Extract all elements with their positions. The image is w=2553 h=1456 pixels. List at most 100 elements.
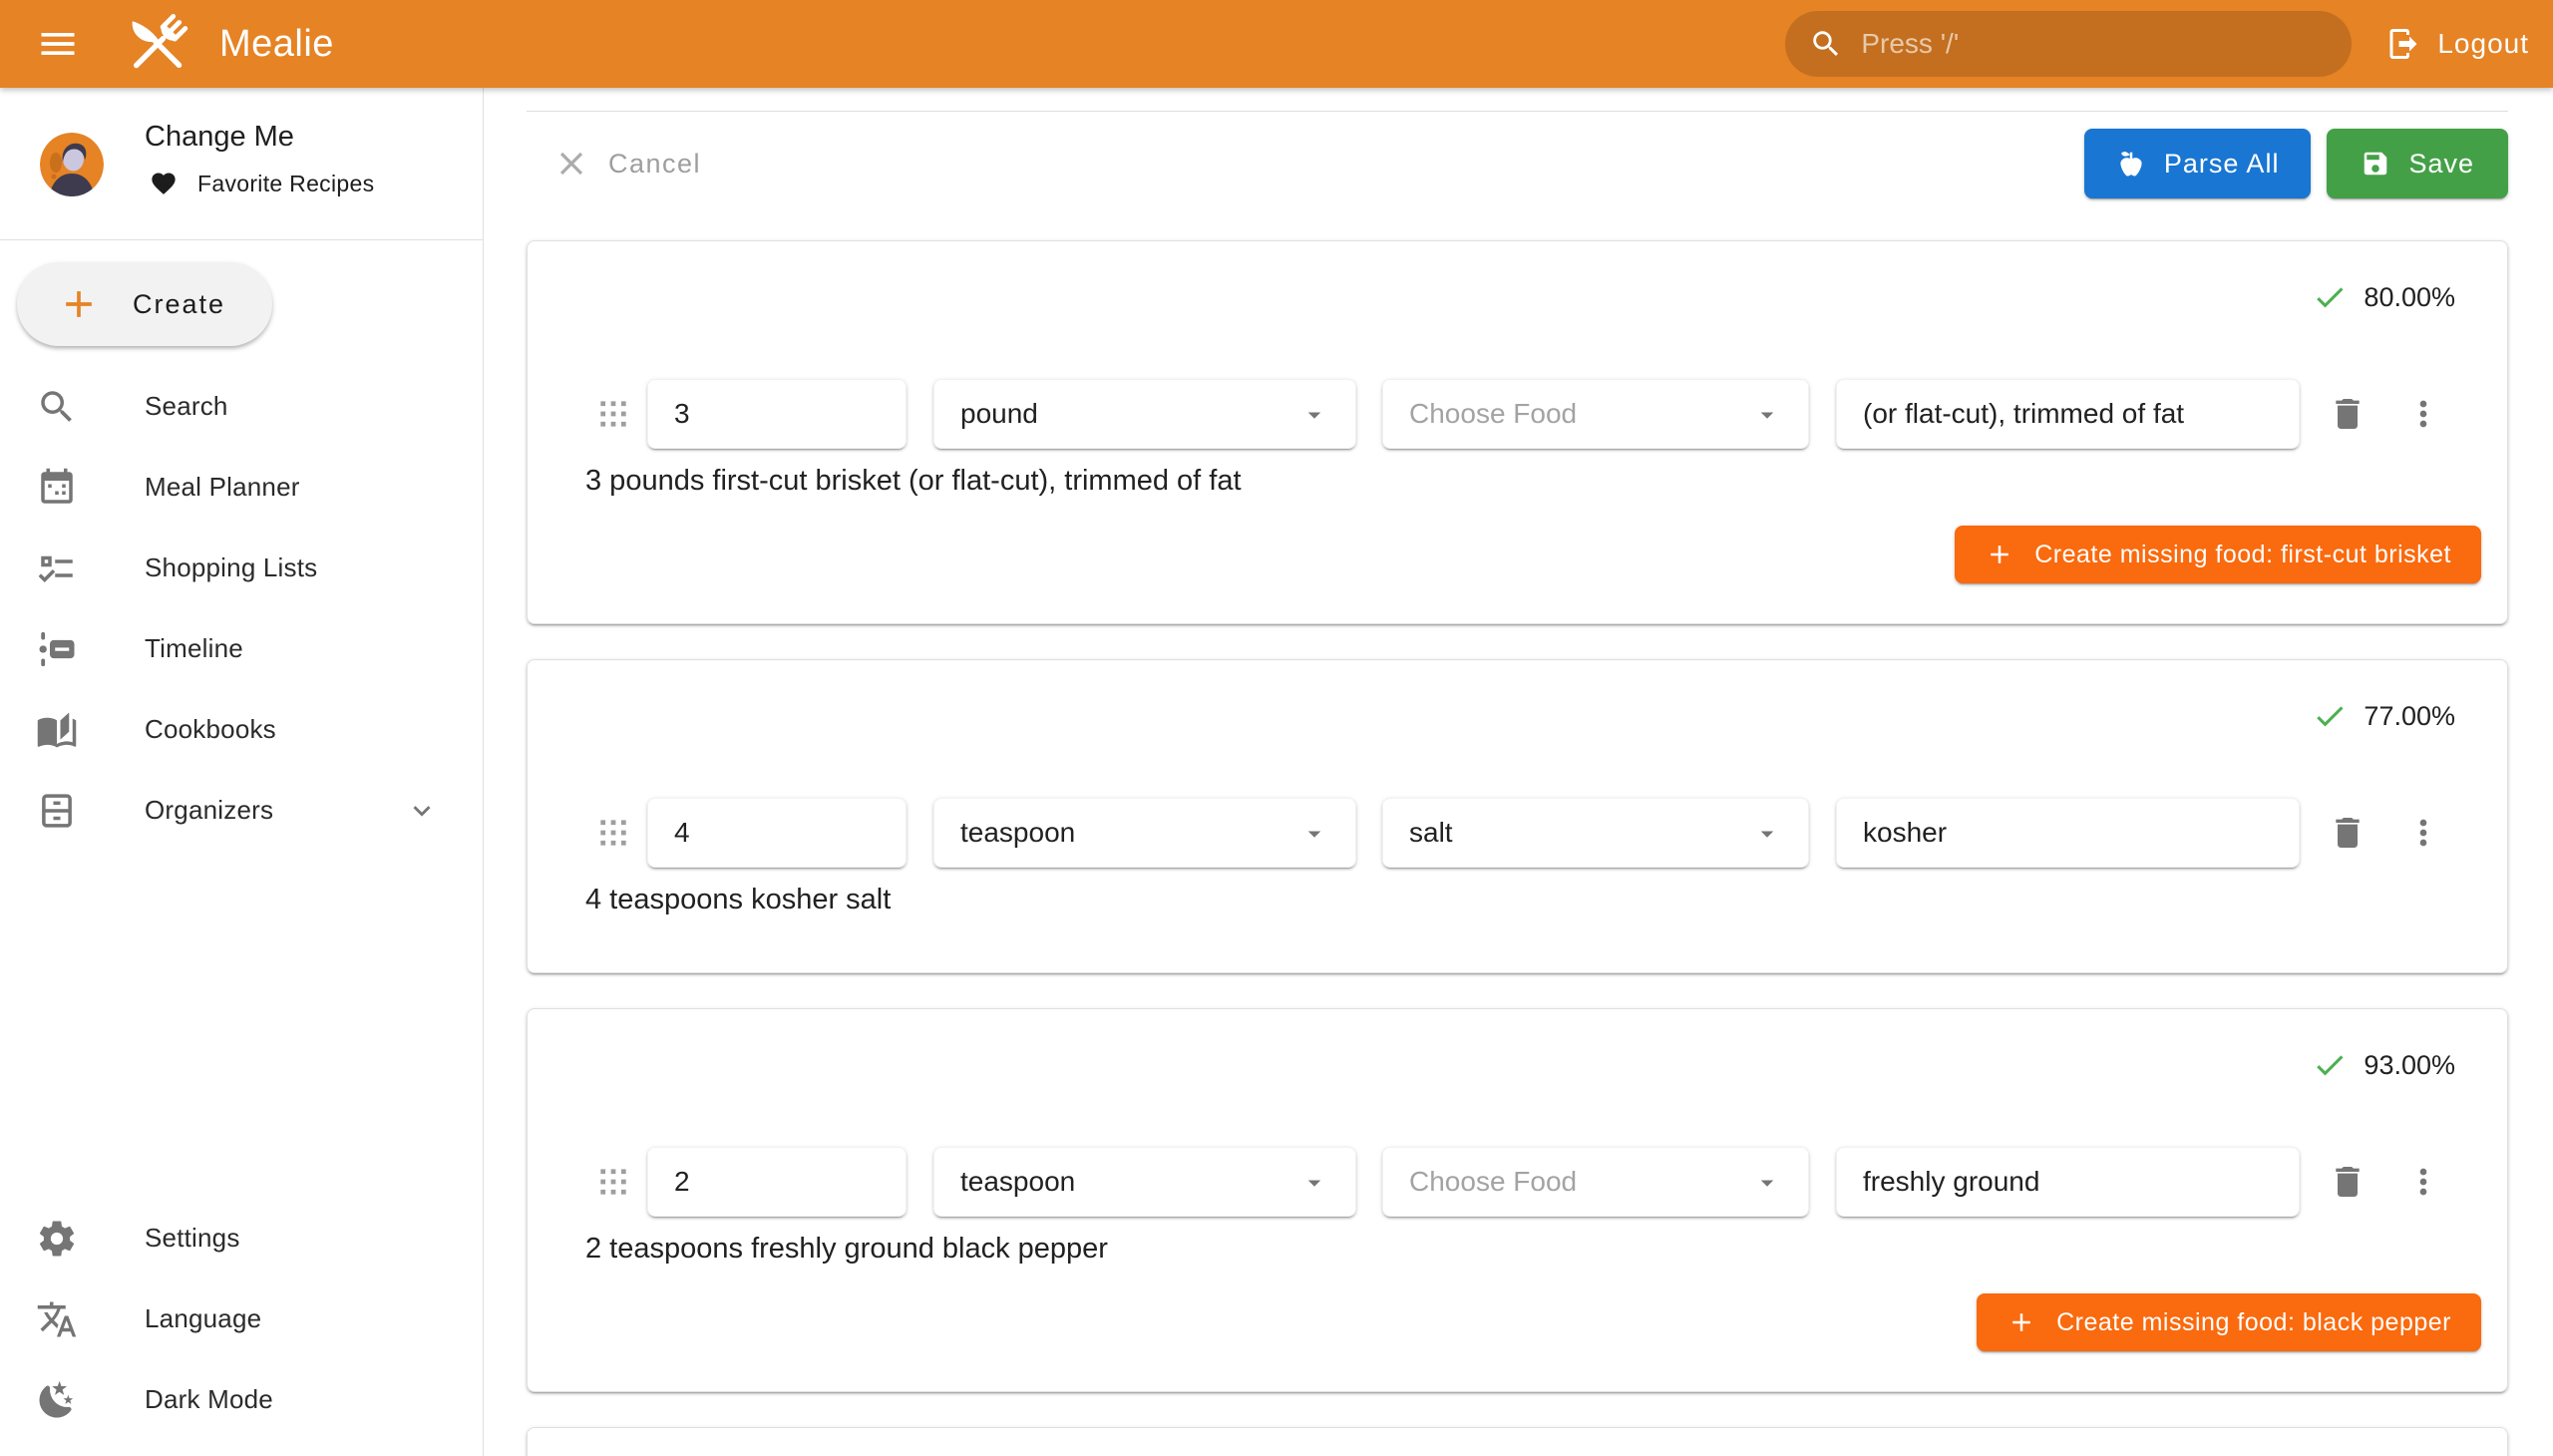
save-button[interactable]: Save bbox=[2327, 129, 2508, 198]
unit-select[interactable]: teaspoon bbox=[933, 798, 1356, 868]
cancel-button[interactable]: Cancel bbox=[552, 145, 701, 182]
create-missing-label: Create missing food: black pepper bbox=[2056, 1308, 2451, 1337]
cabinet-icon bbox=[36, 790, 78, 832]
menu-icon[interactable] bbox=[30, 16, 86, 72]
search-input[interactable] bbox=[1861, 28, 2328, 60]
confidence-value: 80.00% bbox=[2364, 282, 2455, 313]
nav-label: Search bbox=[145, 391, 228, 422]
sidebar-item-cookbooks[interactable]: Cookbooks bbox=[0, 689, 483, 770]
original-ingredient-text: 4 teaspoons kosher salt bbox=[585, 884, 2507, 916]
sidebar: Change Me Favorite Recipes Create Search… bbox=[0, 88, 484, 1456]
confidence-row: 93.00% bbox=[528, 1045, 2507, 1085]
close-icon bbox=[552, 145, 590, 182]
unit-select[interactable]: teaspoon bbox=[933, 1147, 1356, 1217]
confidence-value: 77.00% bbox=[2364, 701, 2455, 732]
cancel-label: Cancel bbox=[608, 149, 701, 180]
nav-label: Timeline bbox=[145, 633, 243, 664]
drag-handle-icon[interactable] bbox=[591, 392, 635, 436]
check-icon bbox=[2312, 1047, 2348, 1083]
original-ingredient-text: 3 pounds first-cut brisket (or flat-cut)… bbox=[585, 465, 2507, 498]
save-label: Save bbox=[2408, 149, 2474, 180]
mealie-app: Mealie Logout bbox=[0, 0, 2553, 1456]
sidebar-item-language[interactable]: Language bbox=[0, 1278, 483, 1359]
quantity-input[interactable] bbox=[648, 1166, 906, 1198]
moon-icon bbox=[36, 1379, 78, 1421]
main-content: Cancel Parse All Save 80.00% bbox=[485, 88, 2553, 1456]
nav-label: Settings bbox=[145, 1223, 240, 1254]
sidebar-item-dark-mode[interactable]: Dark Mode bbox=[0, 1359, 483, 1440]
create-missing-food-button[interactable]: Create missing food: first-cut brisket bbox=[1955, 526, 2481, 583]
favorites-label: Favorite Recipes bbox=[197, 171, 374, 197]
more-options-button[interactable] bbox=[2401, 811, 2445, 855]
content-divider bbox=[527, 111, 2508, 112]
app-bar: Mealie Logout bbox=[0, 0, 2553, 88]
menu-down-icon bbox=[1752, 819, 1782, 849]
user-name: Change Me bbox=[145, 121, 294, 154]
menu-down-icon bbox=[1299, 400, 1329, 430]
create-missing-label: Create missing food: first-cut brisket bbox=[2034, 541, 2451, 569]
ingredient-card: 80.00% pound Choose Food bbox=[527, 240, 2508, 624]
timeline-icon bbox=[36, 628, 78, 670]
sidebar-bottom-nav: Settings Language Dark Mode bbox=[0, 1198, 483, 1440]
drag-handle-icon[interactable] bbox=[591, 811, 635, 855]
confidence-row: 80.00% bbox=[528, 277, 2507, 317]
sidebar-item-meal-planner[interactable]: Meal Planner bbox=[0, 447, 483, 528]
note-input[interactable] bbox=[1837, 1166, 2299, 1198]
plus-icon bbox=[1985, 540, 2014, 569]
original-ingredient-text: 2 teaspoons freshly ground black pepper bbox=[585, 1233, 2507, 1266]
menu-down-icon bbox=[1299, 1168, 1329, 1198]
trash-icon bbox=[2328, 813, 2368, 853]
check-icon bbox=[2312, 698, 2348, 734]
delete-button[interactable] bbox=[2326, 811, 2370, 855]
sidebar-item-shopping-lists[interactable]: Shopping Lists bbox=[0, 528, 483, 608]
sidebar-nav: Search Meal Planner Shopping Lists bbox=[0, 366, 483, 851]
apple-icon bbox=[2116, 149, 2146, 179]
kebab-icon bbox=[2403, 1162, 2443, 1202]
quantity-input[interactable] bbox=[648, 817, 906, 849]
sidebar-item-settings[interactable]: Settings bbox=[0, 1198, 483, 1278]
sidebar-item-search[interactable]: Search bbox=[0, 366, 483, 447]
trash-icon bbox=[2328, 1162, 2368, 1202]
delete-button[interactable] bbox=[2326, 1160, 2370, 1204]
kebab-icon bbox=[2403, 813, 2443, 853]
app-title: Mealie bbox=[219, 23, 334, 66]
nav-label: Meal Planner bbox=[145, 472, 300, 503]
ingredient-fields: pound Choose Food bbox=[528, 379, 2507, 449]
logout-label: Logout bbox=[2437, 28, 2529, 60]
unit-select[interactable]: pound bbox=[933, 379, 1356, 449]
drag-handle-icon[interactable] bbox=[591, 1160, 635, 1204]
calendar-icon bbox=[36, 467, 78, 509]
food-select[interactable]: Choose Food bbox=[1382, 379, 1809, 449]
nav-label: Dark Mode bbox=[145, 1384, 273, 1415]
translate-icon bbox=[36, 1298, 78, 1340]
search-icon bbox=[1809, 27, 1843, 61]
magnify-icon bbox=[36, 386, 78, 428]
create-missing-food-button[interactable]: Create missing food: black pepper bbox=[1977, 1293, 2481, 1351]
parser-toolbar: Cancel Parse All Save bbox=[527, 128, 2508, 199]
save-icon bbox=[2361, 149, 2390, 179]
quantity-input[interactable] bbox=[648, 398, 906, 430]
ingredient-card bbox=[527, 1427, 2508, 1456]
menu-down-icon bbox=[1752, 400, 1782, 430]
logout-button[interactable]: Logout bbox=[2385, 12, 2529, 76]
more-options-button[interactable] bbox=[2401, 1160, 2445, 1204]
check-icon bbox=[2312, 279, 2348, 315]
parse-all-button[interactable]: Parse All bbox=[2084, 129, 2312, 198]
food-select[interactable]: salt bbox=[1382, 798, 1809, 868]
global-search[interactable] bbox=[1785, 11, 2352, 77]
note-input[interactable] bbox=[1837, 398, 2299, 430]
sidebar-item-timeline[interactable]: Timeline bbox=[0, 608, 483, 689]
food-select[interactable]: Choose Food bbox=[1382, 1147, 1809, 1217]
favorite-recipes-link[interactable]: Favorite Recipes bbox=[150, 170, 374, 197]
create-button[interactable]: Create bbox=[17, 262, 272, 346]
ingredient-fields: teaspoon salt bbox=[528, 798, 2507, 868]
note-input[interactable] bbox=[1837, 817, 2299, 849]
chevron-down-icon[interactable] bbox=[405, 794, 439, 828]
more-options-button[interactable] bbox=[2401, 392, 2445, 436]
mealie-logo-icon bbox=[122, 8, 193, 80]
logout-icon bbox=[2385, 26, 2421, 62]
avatar[interactable] bbox=[40, 133, 104, 196]
delete-button[interactable] bbox=[2326, 392, 2370, 436]
gear-icon bbox=[36, 1218, 78, 1260]
sidebar-item-organizers[interactable]: Organizers bbox=[0, 770, 483, 851]
